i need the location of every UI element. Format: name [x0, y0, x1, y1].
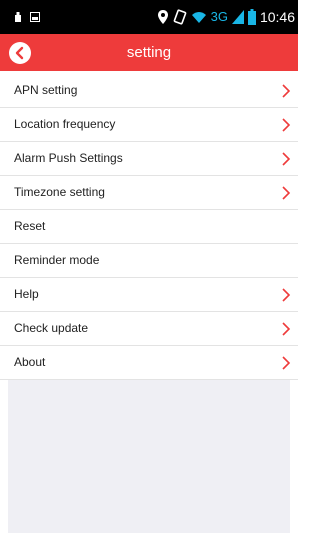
- usb-icon: [15, 12, 21, 22]
- image-icon: [30, 12, 40, 22]
- status-bar: 3G 10:46: [0, 0, 298, 34]
- page-title: setting: [126, 44, 172, 61]
- chevron-right-icon: [282, 288, 291, 302]
- vibrate-icon: [173, 9, 186, 25]
- empty-content-area: [8, 380, 290, 533]
- chevron-right-icon: [282, 322, 291, 336]
- menu-item-help[interactable]: Help: [0, 278, 298, 312]
- menu-item-label: Alarm Push Settings: [14, 151, 123, 165]
- wifi-icon: [191, 12, 206, 23]
- chevron-right-icon: [282, 356, 291, 370]
- menu-item-label: Help: [14, 287, 39, 301]
- chevron-right-icon: [282, 152, 291, 166]
- status-right-icons: 3G 10:46: [157, 8, 295, 26]
- settings-list: APN setting Location frequency Alarm Pus…: [0, 74, 298, 380]
- clock: 10:46: [259, 9, 295, 25]
- menu-item-reset[interactable]: Reset: [0, 210, 298, 244]
- signal-icon: [231, 10, 244, 24]
- menu-item-reminder-mode[interactable]: Reminder mode: [0, 244, 298, 278]
- menu-item-apn-setting[interactable]: APN setting: [0, 74, 298, 108]
- menu-item-label: Reminder mode: [14, 253, 100, 267]
- chevron-right-icon: [282, 118, 291, 132]
- menu-item-label: Check update: [14, 321, 89, 335]
- battery-icon: [247, 9, 256, 25]
- chevron-right-icon: [282, 186, 291, 200]
- menu-item-label: Location frequency: [14, 117, 116, 131]
- menu-item-check-update[interactable]: Check update: [0, 312, 298, 346]
- menu-item-timezone-setting[interactable]: Timezone setting: [0, 176, 298, 210]
- app-header: setting: [0, 34, 298, 71]
- menu-item-label: About: [14, 355, 46, 369]
- status-left-icons: [14, 11, 40, 23]
- menu-item-alarm-push-settings[interactable]: Alarm Push Settings: [0, 142, 298, 176]
- menu-item-label: Reset: [14, 219, 46, 233]
- menu-item-about[interactable]: About: [0, 346, 298, 380]
- location-icon: [157, 10, 168, 24]
- menu-item-label: APN setting: [14, 83, 78, 97]
- menu-item-location-frequency[interactable]: Location frequency: [0, 108, 298, 142]
- chevron-right-icon: [282, 84, 291, 98]
- network-type-label: 3G: [210, 9, 228, 24]
- menu-item-label: Timezone setting: [14, 185, 105, 199]
